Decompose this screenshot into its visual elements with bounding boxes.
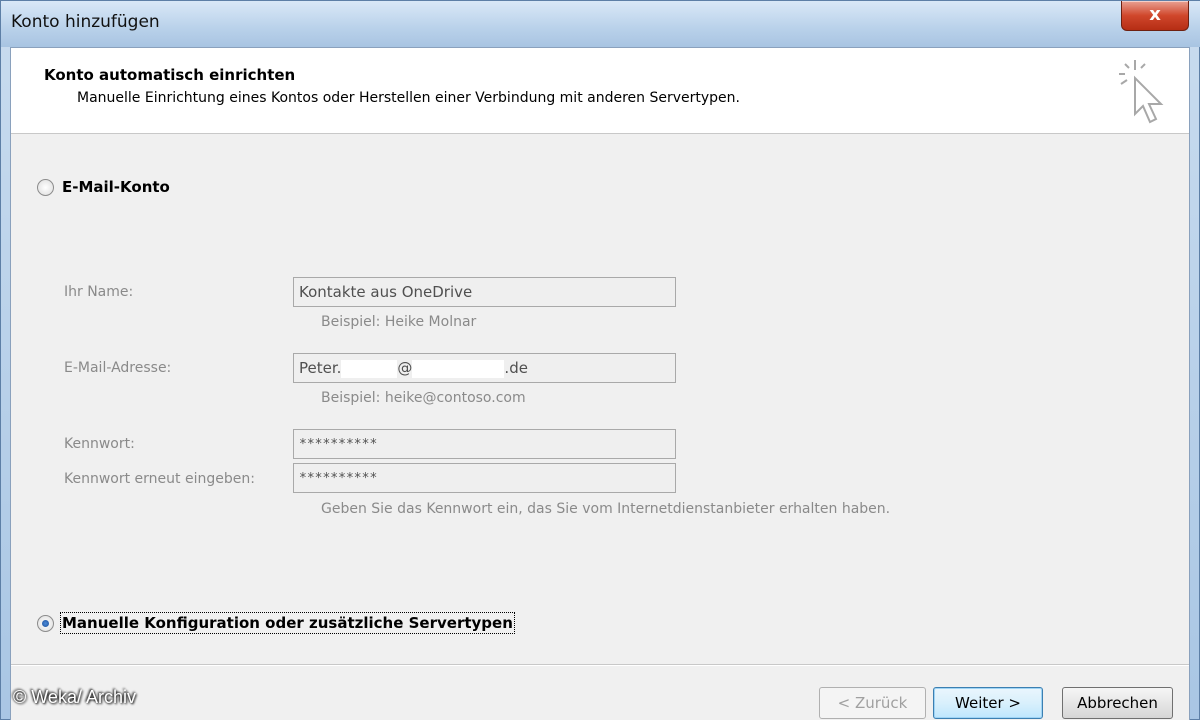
cancel-button[interactable]: Abbrechen [1062,687,1173,719]
footer-separator [11,664,1189,666]
next-button[interactable]: Weiter > [933,687,1043,719]
email-account-radio[interactable] [37,178,54,196]
add-account-dialog: Konto hinzufügen x Konto automatisch ein… [0,0,1200,720]
header-title: Konto automatisch einrichten [44,66,296,84]
manual-config-option[interactable]: Manuelle Konfiguration oder zusätzliche … [37,612,515,634]
name-label: Ihr Name: [64,284,134,300]
password-label: Kennwort: [64,436,135,452]
password-input[interactable]: ********** [293,429,676,459]
window-title: Konto hinzufügen [11,12,160,32]
header-subtitle: Manuelle Einrichtung eines Kontos oder H… [77,90,740,106]
password-repeat-input[interactable]: ********** [293,463,676,493]
redaction-block [341,359,398,378]
email-input[interactable]: Peter. @ .de [293,353,676,383]
close-button[interactable]: x [1121,1,1189,31]
wizard-header: Konto automatisch einrichten Manuelle Ei… [11,48,1189,134]
back-button[interactable]: < Zurück [819,687,926,719]
redaction-block [412,359,505,378]
dialog-body: Konto automatisch einrichten Manuelle Ei… [10,47,1190,720]
copyright-watermark: © Weka/ Archiv [13,687,136,707]
email-value-prefix: Peter. [299,359,342,377]
manual-config-label: Manuelle Konfiguration oder zusätzliche … [60,612,515,634]
email-hint: Beispiel: heike@contoso.com [321,390,526,406]
password-repeat-label: Kennwort erneut eingeben: [64,471,255,487]
title-bar: Konto hinzufügen x [1,1,1200,47]
name-hint: Beispiel: Heike Molnar [321,314,477,330]
email-value-at: @ [397,359,413,377]
email-value-suffix: .de [504,359,528,377]
close-icon: x [1149,4,1161,25]
email-label: E-Mail-Adresse: [64,360,172,376]
email-account-option[interactable]: E-Mail-Konto [37,178,170,196]
name-input[interactable]: Kontakte aus OneDrive [293,277,676,307]
email-account-label: E-Mail-Konto [62,178,170,196]
password-hint: Geben Sie das Kennwort ein, das Sie vom … [321,501,891,517]
cursor-sparkle-icon [1119,60,1164,124]
manual-config-radio[interactable] [37,614,54,632]
